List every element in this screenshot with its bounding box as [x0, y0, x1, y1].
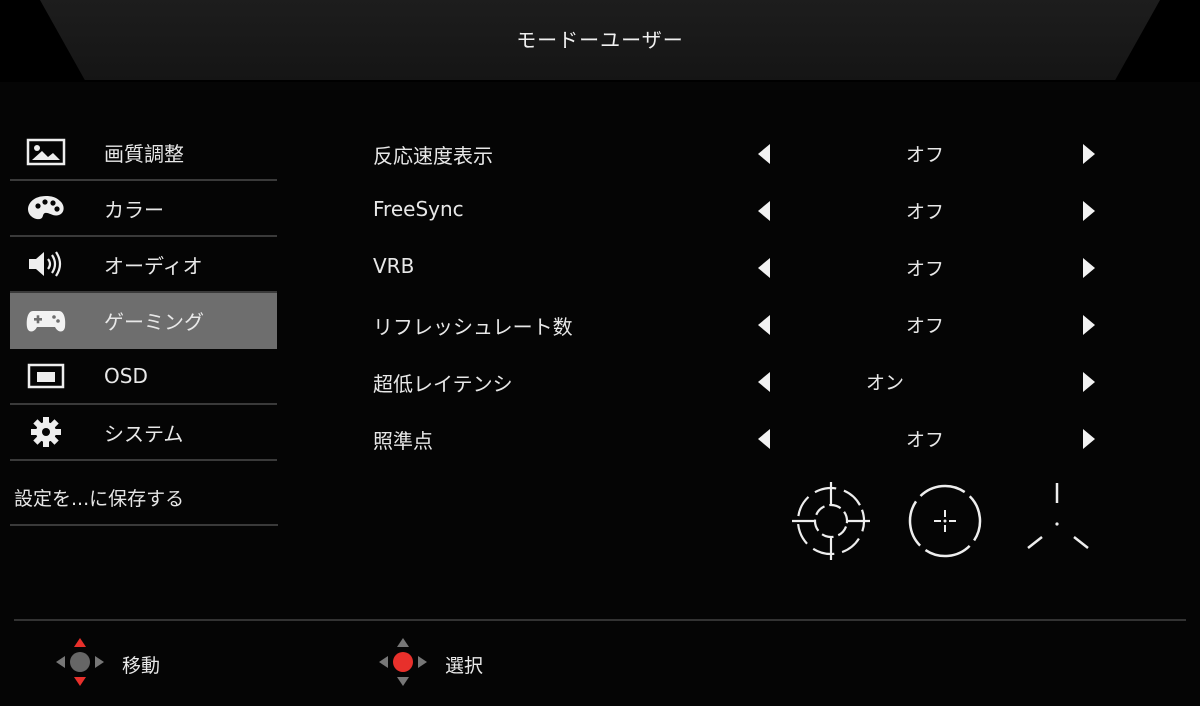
setting-row-freesync[interactable]: FreeSync オフ [370, 182, 1110, 239]
settings-panel: 反応速度表示 オフ FreeSync オフ VRB オフ リフレッシュレート数 … [370, 125, 1110, 467]
footer-select-hint: 選択 [375, 638, 483, 690]
sidebar-menu: 画質調整 カラー オーディオ ゲーミング OSD システム [10, 125, 277, 461]
picture-icon [24, 134, 68, 170]
footer-move-label: 移動 [122, 654, 161, 677]
right-arrow-icon[interactable] [1083, 201, 1095, 221]
sidebar-item-audio[interactable]: オーディオ [10, 237, 277, 293]
dpad-select-icon [375, 636, 431, 692]
right-arrow-icon[interactable] [1083, 258, 1095, 278]
right-arrow-icon[interactable] [1083, 144, 1095, 164]
footer-move-hint: 移動 [52, 638, 160, 690]
osd-icon [24, 358, 68, 394]
save-settings-item[interactable]: 設定を...に保存する [10, 470, 278, 526]
footer-select-label: 選択 [445, 654, 484, 677]
right-arrow-icon[interactable] [1083, 429, 1095, 449]
setting-row-response-time[interactable]: 反応速度表示 オフ [370, 125, 1110, 182]
setting-value: オン [865, 372, 904, 394]
setting-value: オフ [905, 315, 944, 337]
setting-label: FreeSync [373, 197, 464, 221]
sidebar-item-label: オーディオ [104, 253, 203, 278]
setting-value: オフ [905, 429, 944, 451]
sidebar-item-color[interactable]: カラー [10, 181, 277, 237]
sidebar-item-gaming[interactable]: ゲーミング [10, 293, 277, 349]
left-arrow-icon[interactable] [758, 201, 770, 221]
dpad-move-icon [52, 636, 108, 692]
setting-value: オフ [905, 201, 944, 223]
crosshair-tri-icon[interactable] [1020, 480, 1102, 566]
sidebar-item-label: 画質調整 [104, 141, 184, 166]
setting-value: オフ [905, 258, 944, 280]
palette-icon [24, 190, 68, 226]
setting-label: 超低レイテンシ [373, 372, 513, 396]
left-arrow-icon[interactable] [758, 429, 770, 449]
save-settings-label: 設定を...に保存する [14, 488, 185, 510]
sidebar-item-label: システム [104, 421, 184, 446]
setting-label: 照準点 [373, 429, 433, 453]
setting-label: VRB [373, 254, 415, 278]
footer-divider [14, 619, 1186, 621]
osd-header: モードーユーザー [0, 0, 1200, 82]
page-title: モードーユーザー [516, 28, 684, 52]
sidebar-item-label: ゲーミング [104, 309, 204, 334]
setting-value: オフ [905, 144, 944, 166]
right-arrow-icon[interactable] [1083, 315, 1095, 335]
sidebar-item-picture[interactable]: 画質調整 [10, 125, 277, 181]
gamepad-icon [24, 302, 68, 338]
sidebar-item-label: カラー [104, 197, 164, 222]
setting-row-vrb[interactable]: VRB オフ [370, 239, 1110, 296]
right-arrow-icon[interactable] [1083, 372, 1095, 392]
sidebar-item-osd[interactable]: OSD [10, 349, 277, 405]
sidebar-item-label: OSD [104, 364, 148, 388]
crosshair-options [790, 480, 1100, 565]
left-arrow-icon[interactable] [758, 258, 770, 278]
left-arrow-icon[interactable] [758, 315, 770, 335]
speaker-icon [24, 246, 68, 282]
crosshair-scope-icon[interactable] [790, 480, 872, 566]
sidebar-item-system[interactable]: システム [10, 405, 277, 461]
setting-row-refresh-rate[interactable]: リフレッシュレート数 オフ [370, 296, 1110, 353]
crosshair-circle-icon[interactable] [904, 480, 986, 566]
setting-label: 反応速度表示 [373, 144, 493, 168]
left-arrow-icon[interactable] [758, 144, 770, 164]
setting-label: リフレッシュレート数 [373, 315, 573, 339]
gear-icon [24, 414, 68, 450]
setting-row-aim-point[interactable]: 照準点 オフ [370, 410, 1110, 467]
setting-row-ultra-low-latency[interactable]: 超低レイテンシ オン [370, 353, 1110, 410]
